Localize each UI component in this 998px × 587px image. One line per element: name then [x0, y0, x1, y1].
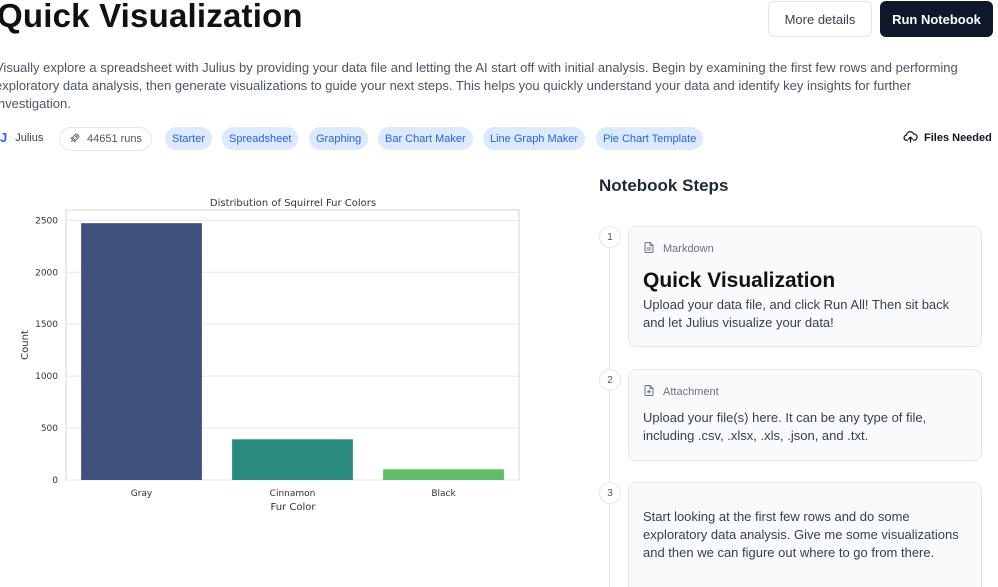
rocket-icon: [69, 132, 81, 147]
step-card-prompt[interactable]: Start looking at the first few rows and …: [628, 482, 982, 587]
meta-row: J Julius 44651 runs Starter Spreadsheet …: [0, 127, 998, 151]
y-tick-label: 2000: [35, 268, 58, 278]
tag-starter[interactable]: Starter: [165, 127, 213, 150]
y-tick-label: 0: [52, 476, 58, 486]
more-details-button[interactable]: More details: [768, 1, 872, 37]
step-text: Upload your file(s) here. It can be any …: [643, 410, 927, 443]
author[interactable]: J Julius: [0, 130, 43, 145]
files-needed: Files Needed: [903, 130, 992, 146]
page-description: Visually explore a spreadsheet with Juli…: [0, 60, 958, 111]
tag-line-graph-maker[interactable]: Line Graph Maker: [483, 127, 586, 150]
runs-count: 44651 runs: [87, 133, 143, 145]
step-kind-label: Attachment: [663, 386, 719, 398]
y-tick-label: 500: [41, 424, 58, 434]
tag-pie-chart-template[interactable]: Pie Chart Template: [596, 127, 704, 150]
step-number: 1: [599, 226, 621, 248]
step-card-attachment[interactable]: Attachment Upload your file(s) here. It …: [628, 369, 982, 461]
tag-spreadsheet[interactable]: Spreadsheet: [222, 127, 299, 150]
step-number: 2: [599, 369, 621, 391]
document-icon: [643, 241, 655, 257]
fur-color-bar-chart: 0 500 1000 1500 2000 2500 Gray Cinnamon Black D…: [20, 198, 520, 513]
y-tick-label: 1000: [35, 372, 58, 382]
page-title: Quick Visualization: [0, 0, 303, 34]
tag-bar-chart-maker[interactable]: Bar Chart Maker: [378, 127, 473, 150]
x-tick-label: Cinnamon: [270, 489, 316, 499]
step-card-markdown[interactable]: Markdown Quick Visualization Upload your…: [628, 226, 982, 347]
run-notebook-button[interactable]: Run Notebook: [880, 1, 993, 37]
cloud-upload-icon: [903, 130, 918, 146]
x-axis-label: Fur Color: [271, 502, 317, 513]
bar-gray: [81, 223, 202, 480]
x-tick-label: Gray: [131, 489, 153, 499]
attachment-icon: [643, 384, 655, 400]
author-name: Julius: [15, 131, 44, 144]
bar-black: [383, 469, 504, 480]
steps-timeline: [609, 240, 610, 587]
y-tick-label: 1500: [35, 320, 58, 330]
step-number: 3: [599, 482, 621, 504]
tag-graphing[interactable]: Graphing: [309, 127, 369, 150]
chart-title: Distribution of Squirrel Fur Colors: [210, 198, 376, 209]
x-tick-label: Black: [431, 489, 456, 499]
runs-badge: 44651 runs: [59, 127, 153, 151]
step-kind-label: Markdown: [663, 243, 714, 255]
step-kind: Markdown: [643, 241, 714, 257]
julius-logo-icon: J: [0, 130, 8, 145]
step-text: Upload your data file, and click Run All…: [643, 297, 950, 330]
bar-cinnamon: [232, 439, 353, 480]
step-kind: Attachment: [643, 384, 719, 400]
y-axis-label: Count: [20, 330, 31, 360]
y-tick-label: 2500: [35, 216, 58, 226]
step-heading: Quick Visualization: [643, 269, 836, 292]
step-text: Start looking at the first few rows and …: [643, 509, 959, 560]
notebook-steps-title: Notebook Steps: [599, 176, 729, 195]
files-needed-label: Files Needed: [924, 132, 992, 144]
